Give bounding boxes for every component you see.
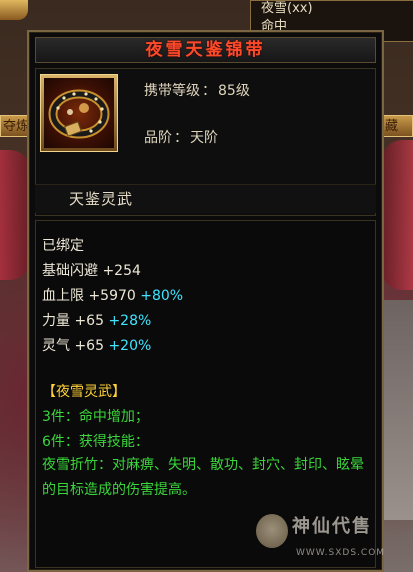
stat-value: +5970 <box>88 288 136 304</box>
carry-level: 携带等级： 85级 <box>144 80 250 100</box>
corner-ornament <box>0 0 28 20</box>
stat-row: 基础闪避 +254 <box>42 260 141 280</box>
background-character-left <box>0 150 30 280</box>
set-bonus-3: 3件：命中增加； <box>42 409 149 425</box>
stat-row: 血上限 +5970 +80% <box>42 285 183 305</box>
watermark-url: WWW.SXDS.COM <box>296 548 386 558</box>
background-panel-line-1: 夜雪(xx) <box>261 1 313 16</box>
carry-level-value: 85级 <box>218 83 250 99</box>
background-wall <box>382 300 413 520</box>
stat-name: 基础闪避 <box>42 263 98 279</box>
set-bonus-6: 6件：获得技能： <box>42 434 149 450</box>
watermark-mascot-icon <box>256 514 288 548</box>
item-tooltip: 夜雪天鉴锦带 携带等级 ： 85级 品阶 ： 天阶 天鉴灵武 已绑定 基础闪避 … <box>27 30 384 572</box>
stat-value: +65 <box>74 338 104 354</box>
item-rank: 品阶：天阶 <box>144 127 218 147</box>
item-icon-frame <box>40 74 118 152</box>
item-category: 天鉴灵武 <box>69 190 134 208</box>
watermark-text: 神仙代售 <box>292 516 372 537</box>
stat-name: 血上限 <box>42 288 84 304</box>
background-character-right <box>382 140 413 290</box>
belt-icon <box>44 78 114 148</box>
stat-row: 灵气 +65 +20% <box>42 335 151 355</box>
item-rank-label: 品阶 <box>144 130 172 146</box>
stat-name: 力量 <box>42 313 70 329</box>
background-right-tab[interactable]: 藏 <box>380 115 413 137</box>
set-name: 【夜雪灵武】 <box>42 384 126 400</box>
stat-value: +65 <box>74 313 104 329</box>
carry-level-label: 携带等级 <box>144 83 200 99</box>
stat-name: 灵气 <box>42 338 70 354</box>
bound-status: 已绑定 <box>42 238 84 254</box>
skill-description: 夜雪折竹：对麻痹、失明、散功、封穴、封印、眩晕的目标造成的伤害提高。 <box>42 457 364 498</box>
stat-bonus: +20% <box>108 338 152 354</box>
stat-value: +254 <box>102 263 141 279</box>
tooltip-title-bar: 夜雪天鉴锦带 <box>35 37 376 63</box>
item-rank-value: 天阶 <box>190 130 218 146</box>
category-bar: 天鉴灵武 <box>35 184 376 213</box>
item-title: 夜雪天鉴锦带 <box>145 40 266 60</box>
stat-bonus: +80% <box>140 288 184 304</box>
stat-bonus: +28% <box>108 313 152 329</box>
stat-row: 力量 +65 +28% <box>42 310 151 330</box>
